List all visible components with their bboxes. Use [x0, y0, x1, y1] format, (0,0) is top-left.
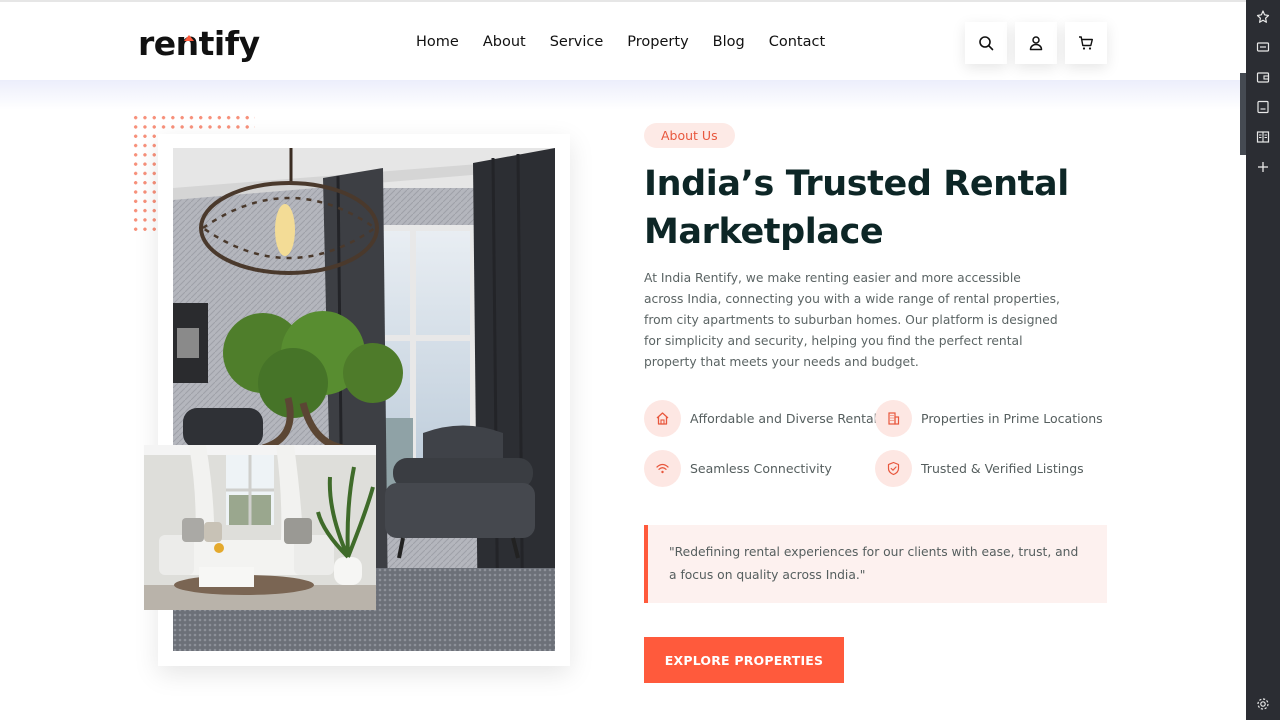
- feature-label: Affordable and Diverse Rentals: [690, 411, 884, 426]
- book-icon[interactable]: [1246, 127, 1280, 147]
- save-icon[interactable]: [1246, 97, 1280, 117]
- section-description: At India Rentify, we make renting easier…: [644, 271, 1060, 369]
- building-icon: [875, 400, 912, 437]
- gear-icon[interactable]: [1246, 694, 1280, 714]
- section-badge: About Us: [644, 123, 735, 148]
- nav-service[interactable]: Service: [550, 30, 604, 54]
- site-header: rentify Home About Service Property Blog…: [0, 0, 1246, 80]
- nav-property[interactable]: Property: [627, 30, 688, 54]
- search-button[interactable]: [965, 22, 1007, 64]
- feature-label: Properties in Prime Locations: [921, 411, 1103, 426]
- feature-connectivity: Seamless Connectivity: [644, 450, 832, 487]
- home-icon: [644, 400, 681, 437]
- search-icon: [979, 36, 994, 51]
- browser-side-toolbar: [1240, 0, 1280, 720]
- nav-home[interactable]: Home: [416, 30, 459, 54]
- feature-affordable-rentals: Affordable and Diverse Rentals: [644, 400, 884, 437]
- shield-check-icon: [875, 450, 912, 487]
- star-sparkle-icon[interactable]: [1246, 7, 1280, 27]
- main-nav: Home About Service Property Blog Contact: [416, 30, 849, 54]
- sofa-room-photo: [144, 445, 376, 610]
- cart-button[interactable]: [1065, 22, 1107, 64]
- testimonial-quote: "Redefining rental experiences for our c…: [644, 525, 1107, 603]
- plus-icon[interactable]: [1246, 157, 1280, 177]
- nav-about[interactable]: About: [483, 30, 526, 54]
- cart-icon: [1079, 36, 1093, 50]
- nav-blog[interactable]: Blog: [713, 30, 745, 54]
- user-icon: [1029, 36, 1043, 51]
- video-icon[interactable]: [1246, 37, 1280, 57]
- feature-verified-listings: Trusted & Verified Listings: [875, 450, 1084, 487]
- header-shadow: [0, 80, 1246, 110]
- feature-label: Trusted & Verified Listings: [921, 461, 1084, 476]
- wallet-icon[interactable]: [1246, 67, 1280, 87]
- feature-prime-locations: Properties in Prime Locations: [875, 400, 1103, 437]
- account-button[interactable]: [1015, 22, 1057, 64]
- explore-properties-button[interactable]: EXPLORE PROPERTIES: [644, 637, 844, 683]
- feature-label: Seamless Connectivity: [690, 461, 832, 476]
- brand-logo[interactable]: rentify: [138, 24, 260, 64]
- section-title: India’s Trusted Rental Marketplace: [644, 164, 1069, 252]
- wifi-icon: [644, 450, 681, 487]
- nav-contact[interactable]: Contact: [769, 30, 825, 54]
